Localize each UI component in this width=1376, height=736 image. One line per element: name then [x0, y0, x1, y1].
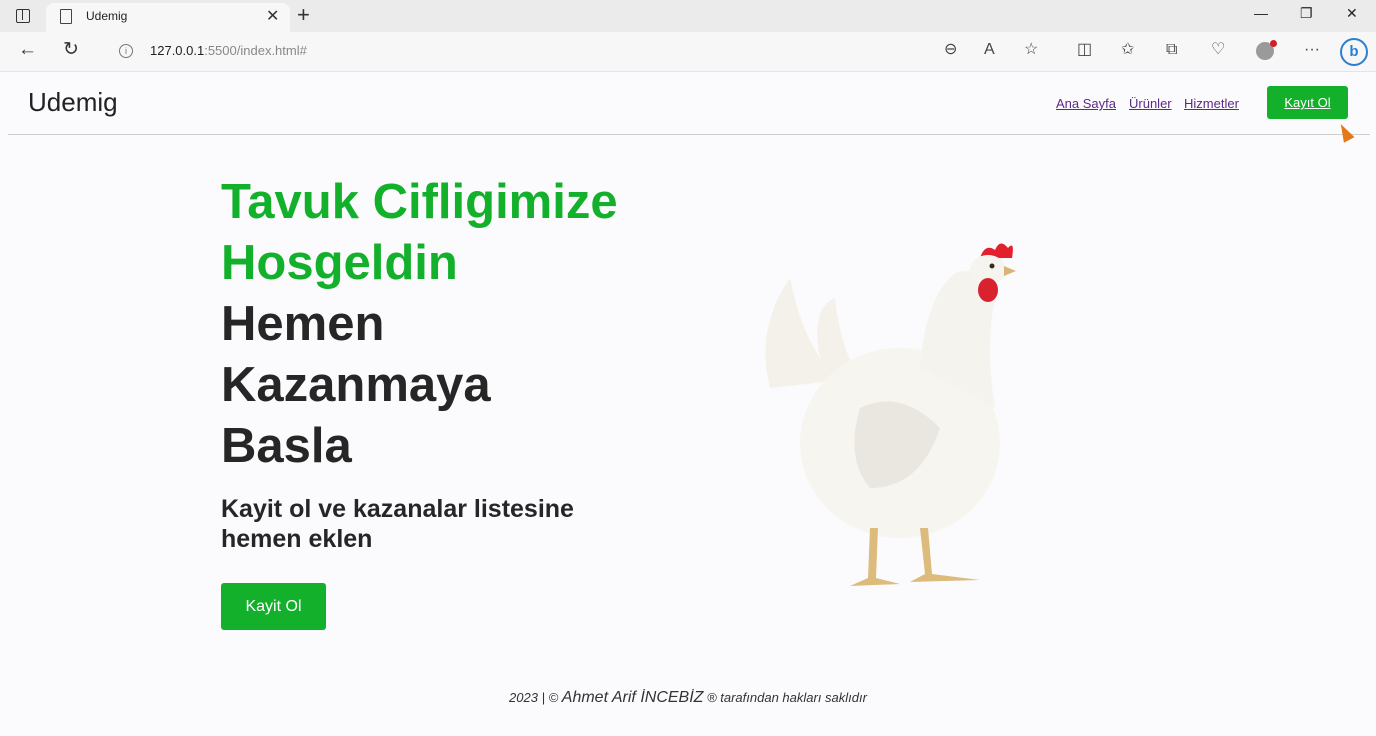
back-icon[interactable]: ← [18, 40, 37, 60]
collections-icon[interactable]: ⧉ [1166, 41, 1177, 59]
info-icon[interactable]: i [119, 44, 133, 58]
url-path: :5500/index.html# [204, 43, 307, 58]
tab-actions-icon[interactable] [16, 9, 30, 23]
refresh-icon[interactable]: ↻ [63, 40, 79, 60]
nav-products[interactable]: Ürünler [1129, 96, 1172, 111]
hero-subtitle: Kayit ol ve kazanalar listesine hemen ek… [221, 495, 574, 553]
notification-dot [1270, 40, 1277, 47]
nav-home[interactable]: Ana Sayfa [1056, 96, 1116, 111]
hero-title-line: Hosgeldin [221, 236, 458, 290]
brand-logo[interactable]: Udemig [28, 87, 118, 118]
address-bar: ← ↻ i 127.0.0.1:5500/index.html# ⊖ A ☆ ◫… [0, 32, 1376, 72]
footer-prefix: 2023 | © [509, 690, 559, 705]
favorites-icon[interactable]: ✩ [1121, 41, 1134, 59]
browser-tab[interactable]: Udemig ✕ [46, 3, 290, 32]
restore-icon[interactable]: ❐ [1300, 5, 1313, 22]
hero-signup-button[interactable]: Kayit Ol [221, 583, 326, 630]
nav-services[interactable]: Hizmetler [1184, 96, 1239, 111]
url-host: 127.0.0.1 [150, 43, 205, 58]
close-window-icon[interactable]: ✕ [1346, 5, 1358, 22]
url-field[interactable]: 127.0.0.1:5500/index.html# [150, 43, 307, 58]
footer-author: Ahmet Arif İNCEBİZ [561, 689, 704, 706]
close-tab-icon[interactable]: ✕ [266, 6, 279, 26]
hero-title-line: Basla [221, 419, 352, 473]
new-tab-icon[interactable]: + [297, 3, 310, 27]
favorite-star-icon[interactable]: ☆ [1024, 41, 1038, 59]
health-icon[interactable]: ♡ [1211, 41, 1225, 59]
hero-title-line: Hemen [221, 297, 385, 351]
site-footer: 2023 | © Ahmet Arif İNCEBİZ ® tarafından… [0, 689, 1376, 707]
hero-title-line: Kazanmaya [221, 358, 491, 412]
header-signup-button[interactable]: Kayıt Ol [1267, 86, 1348, 119]
footer-suffix: ® tarafından hakları saklıdır [707, 690, 867, 705]
hero-title: Tavuk Cifligimize Hosgeldin Hemen Kazanm… [221, 172, 701, 477]
more-icon[interactable]: ··· [1304, 41, 1320, 59]
tab-title: Udemig [86, 9, 128, 23]
header-divider [8, 134, 1370, 135]
zoom-icon[interactable]: ⊖ [944, 41, 957, 59]
minimize-icon[interactable]: — [1254, 5, 1268, 21]
chicken-image [765, 243, 1016, 586]
read-aloud-icon[interactable]: A [984, 41, 995, 59]
browser-tab-bar: Udemig ✕ + — ❐ ✕ [0, 0, 1376, 32]
split-screen-icon[interactable]: ◫ [1077, 41, 1092, 59]
site-header: Udemig Ana Sayfa Ürünler Hizmetler Kayıt… [0, 72, 1376, 136]
bing-icon[interactable]: b [1340, 38, 1368, 66]
page-icon [60, 9, 72, 24]
hero-title-line: Tavuk Cifligimize [221, 175, 618, 229]
